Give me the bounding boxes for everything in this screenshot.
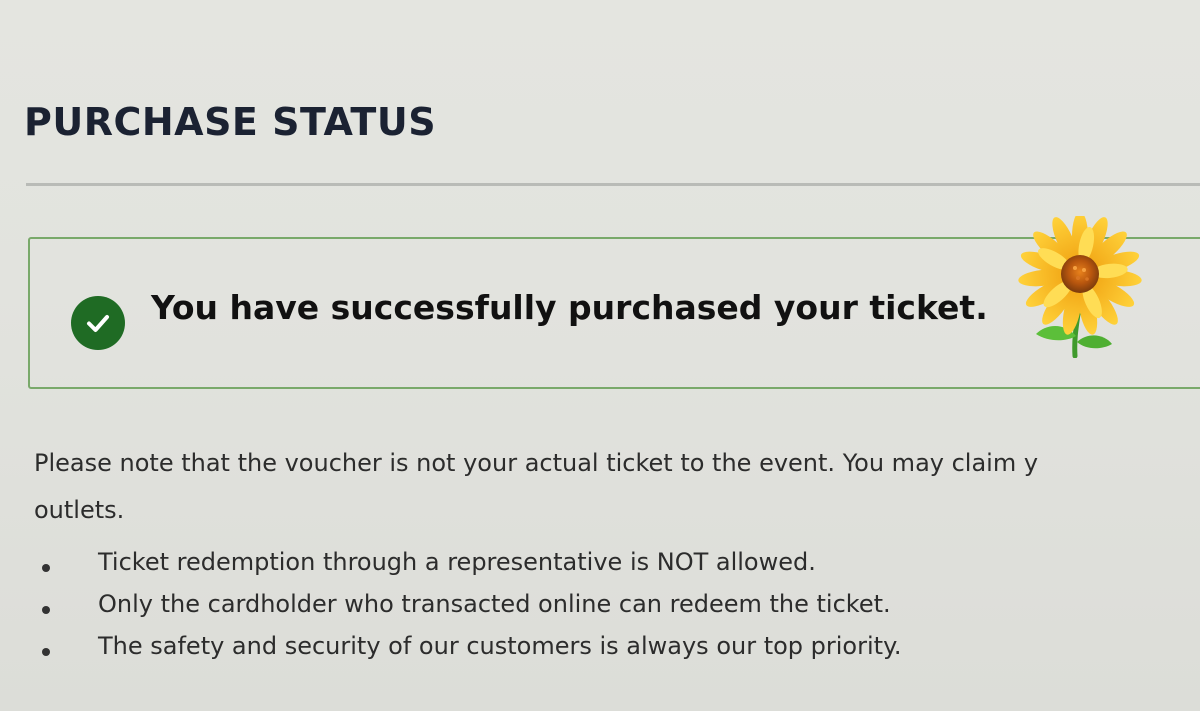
voucher-note: Please note that the voucher is not your… xyxy=(34,440,1200,534)
voucher-note-line-1: Please note that the voucher is not your… xyxy=(34,449,1039,477)
bullet-icon xyxy=(42,564,50,572)
check-circle-icon xyxy=(71,296,125,350)
rule-text: The safety and security of our customers… xyxy=(98,632,902,660)
bullet-icon xyxy=(42,648,50,656)
rule-text: Ticket redemption through a representati… xyxy=(98,548,816,576)
success-message: You have successfully purchased your tic… xyxy=(151,288,988,327)
title-divider xyxy=(26,183,1200,186)
rule-text: Only the cardholder who transacted onlin… xyxy=(98,590,891,618)
page-title: PURCHASE STATUS xyxy=(24,100,437,144)
sunflower-icon xyxy=(1018,216,1142,358)
voucher-note-line-2: outlets. xyxy=(34,496,125,524)
bullet-icon xyxy=(42,606,50,614)
